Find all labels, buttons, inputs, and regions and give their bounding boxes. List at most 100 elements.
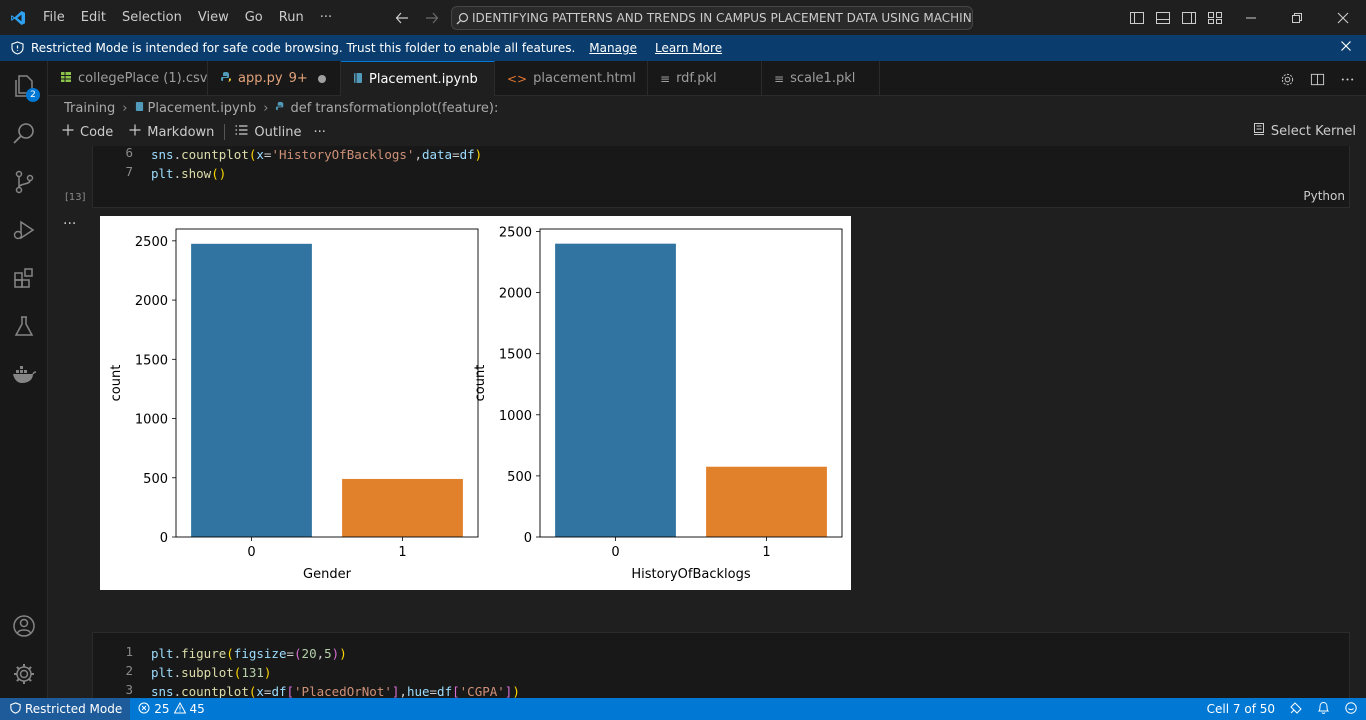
menu-go[interactable]: Go xyxy=(237,0,271,35)
code-label: Code xyxy=(80,124,114,140)
html-file-icon: <> xyxy=(507,71,528,86)
outline-button[interactable]: Outline xyxy=(229,121,307,143)
minimize-icon[interactable] xyxy=(1228,0,1274,35)
close-icon[interactable] xyxy=(1340,40,1352,55)
chevron-right-icon: › xyxy=(122,100,128,116)
tab-problem-count: 9+ xyxy=(288,71,308,86)
toggle-panel-icon[interactable] xyxy=(1152,7,1174,29)
plus-icon xyxy=(129,124,141,140)
code-cell[interactable]: 6 sns.countplot(x='HistoryOfBacklogs',da… xyxy=(92,146,1350,208)
tab-app-py[interactable]: app.py 9+ xyxy=(208,61,341,96)
plus-icon xyxy=(62,124,74,140)
command-center-text: IDENTIFYING PATTERNS AND TRENDS IN CAMPU… xyxy=(472,11,973,25)
select-kernel-button[interactable]: Select Kernel xyxy=(1253,120,1356,142)
add-code-cell-button[interactable]: Code xyxy=(56,121,119,143)
code-line[interactable]: plt.figure(figsize=(20,5)) xyxy=(151,644,347,663)
menu-selection[interactable]: Selection xyxy=(114,0,190,35)
close-window-icon[interactable] xyxy=(1320,0,1366,35)
more-actions-icon[interactable] xyxy=(1338,70,1356,88)
toolbar-more-button[interactable]: ··· xyxy=(307,121,331,143)
manage-gear-icon[interactable] xyxy=(0,650,48,698)
y-tick-label: 2500 xyxy=(499,225,532,240)
back-arrow-icon[interactable] xyxy=(392,8,412,28)
line-number: 6 xyxy=(125,146,133,160)
breadcrumb-folder[interactable]: Training xyxy=(64,101,115,116)
menu-view[interactable]: View xyxy=(190,0,237,35)
tab-collegeplace-csv[interactable]: collegePlace (1).csv xyxy=(48,61,208,96)
restricted-mode-indicator[interactable]: Restricted Mode xyxy=(0,698,131,720)
command-center-search[interactable]: IDENTIFYING PATTERNS AND TRENDS IN CAMPU… xyxy=(451,6,973,30)
learn-more-link[interactable]: Learn More xyxy=(655,41,722,55)
split-editor-icon[interactable] xyxy=(1308,70,1326,88)
search-activity-icon[interactable] xyxy=(0,110,48,158)
notebook-toolbar: Code Markdown Outline ··· Select Kernel xyxy=(48,120,1366,144)
accounts-icon[interactable] xyxy=(0,602,48,650)
code-line[interactable]: sns.countplot(x='HistoryOfBacklogs',data… xyxy=(151,146,482,164)
tab-label: app.py xyxy=(238,71,283,86)
x-axis-label: Gender xyxy=(303,567,352,582)
banner-text: Restricted Mode is intended for safe cod… xyxy=(31,41,576,55)
feedback-icon[interactable] xyxy=(1289,701,1303,718)
list-icon xyxy=(235,124,248,140)
editor-tabs: collegePlace (1).csv app.py 9+ Placement… xyxy=(48,61,1366,96)
copilot-icon[interactable] xyxy=(1344,701,1358,718)
status-bar: Restricted Mode 25 45 Cell 7 of 50 xyxy=(0,698,1366,720)
notifications-bell-icon[interactable] xyxy=(1317,701,1330,718)
source-control-icon[interactable] xyxy=(0,158,48,206)
line-number: 7 xyxy=(125,164,133,179)
output-more-button[interactable]: ··· xyxy=(63,216,76,232)
run-and-debug-icon[interactable] xyxy=(0,206,48,254)
code-cell[interactable]: 1 plt.figure(figsize=(20,5)) 2 plt.subpl… xyxy=(92,632,1350,698)
x-tick-label: 1 xyxy=(398,545,406,560)
python-symbol-icon xyxy=(275,101,286,116)
extensions-icon[interactable] xyxy=(0,254,48,302)
testing-flask-icon[interactable] xyxy=(0,302,48,350)
generic-file-icon: ≡ xyxy=(660,71,671,86)
code-line[interactable]: plt.show() xyxy=(151,164,226,183)
restore-icon[interactable] xyxy=(1274,0,1320,35)
docker-icon[interactable] xyxy=(0,350,48,398)
y-axis-label: count xyxy=(473,365,488,402)
python-file-icon xyxy=(220,71,232,86)
explorer-icon[interactable]: 2 xyxy=(0,62,48,110)
warning-icon xyxy=(173,701,186,717)
restricted-mode-banner: Restricted Mode is intended for safe cod… xyxy=(0,35,1366,61)
menu-file[interactable]: File xyxy=(35,0,73,35)
warning-count: 45 xyxy=(189,702,205,716)
y-tick-label: 1500 xyxy=(135,353,168,368)
menu-run[interactable]: Run xyxy=(271,0,312,35)
breadcrumb-file[interactable]: Placement.ipynb xyxy=(148,101,257,116)
line-number: 1 xyxy=(125,644,133,659)
vscode-logo-icon xyxy=(0,0,35,35)
code-line[interactable]: sns.countplot(x=df['PlacedOrNot'],hue=df… xyxy=(151,682,520,698)
menu-more[interactable]: ··· xyxy=(312,0,340,35)
x-tick-label: 0 xyxy=(611,545,619,560)
notebook-settings-gear-icon[interactable] xyxy=(1278,70,1296,88)
y-tick-label: 500 xyxy=(507,470,532,485)
line-number: 3 xyxy=(125,682,133,697)
y-tick-label: 500 xyxy=(143,472,168,487)
cell-language[interactable]: Python xyxy=(1303,189,1345,203)
code-line[interactable]: plt.subplot(131) xyxy=(151,663,271,682)
customize-layout-icon[interactable] xyxy=(1204,7,1226,29)
menu-edit[interactable]: Edit xyxy=(73,0,114,35)
y-tick-label: 1000 xyxy=(499,409,532,424)
modified-dot-icon xyxy=(317,74,326,83)
toggle-secondary-sidebar-icon[interactable] xyxy=(1178,7,1200,29)
problems-indicator[interactable]: 25 45 xyxy=(130,698,213,720)
x-tick-label: 0 xyxy=(247,545,255,560)
line-number: 2 xyxy=(125,663,133,678)
error-icon xyxy=(138,702,150,717)
generic-file-icon: ≡ xyxy=(774,71,785,86)
tab-scale1-pkl[interactable]: ≡ scale1.pkl xyxy=(762,61,880,96)
breadcrumb-symbol[interactable]: def transformationplot(feature): xyxy=(290,101,498,116)
tab-placement-ipynb[interactable]: Placement.ipynb xyxy=(341,61,495,96)
cell-position[interactable]: Cell 7 of 50 xyxy=(1207,702,1275,716)
add-markdown-cell-button[interactable]: Markdown xyxy=(123,121,220,143)
tab-placement-html[interactable]: <> placement.html xyxy=(495,61,648,96)
forward-arrow-icon[interactable] xyxy=(422,8,442,28)
execution-count: [13] xyxy=(65,192,86,203)
tab-rdf-pkl[interactable]: ≡ rdf.pkl xyxy=(648,61,762,96)
manage-link[interactable]: Manage xyxy=(589,41,637,55)
toggle-primary-sidebar-icon[interactable] xyxy=(1126,7,1148,29)
